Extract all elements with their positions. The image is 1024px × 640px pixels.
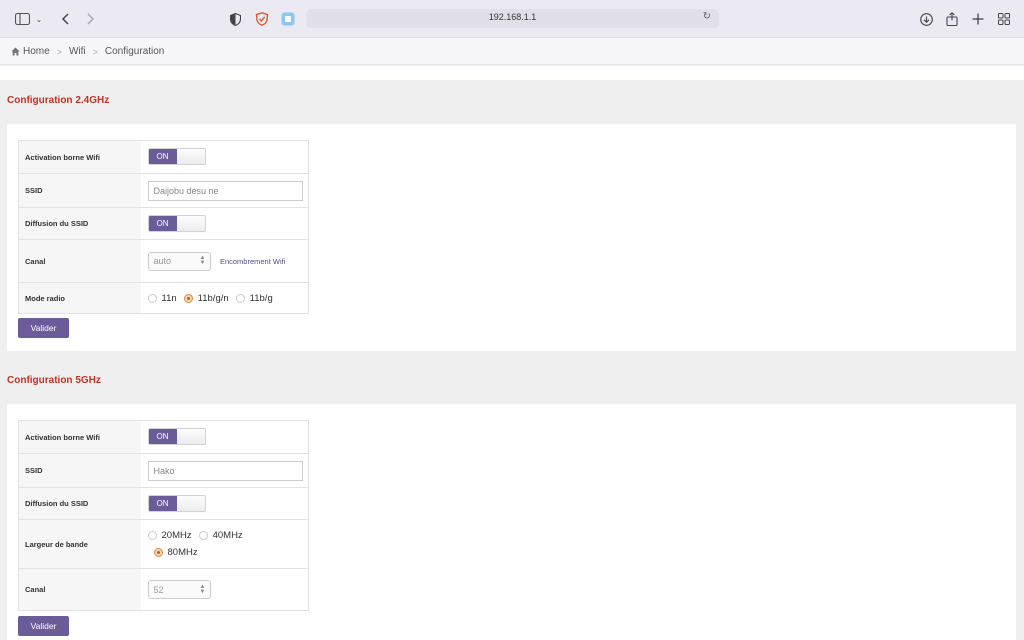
mode-option-11n[interactable]: 11n: [147, 293, 177, 304]
channel-select[interactable]: auto ▲ ▼: [147, 251, 211, 271]
url-text: 192.168.1.1: [488, 12, 537, 22]
radio-icon: [147, 293, 157, 303]
browser-toolbar: ⌄ 192.168.1.1 ↻: [0, 0, 1024, 38]
content-top-spacer: [0, 66, 1024, 80]
panel-24ghz: Activation borne Wifi ON SSID Diffusion …: [7, 124, 1016, 351]
ssid-input[interactable]: [147, 180, 303, 201]
mode-label: Mode radio: [18, 282, 141, 314]
ssid-input[interactable]: [147, 460, 303, 481]
mode-option-11bg[interactable]: 11b/g: [235, 293, 273, 304]
bandwidth-option-80mhz[interactable]: 80MHz: [153, 547, 198, 558]
forward-icon[interactable]: [84, 9, 98, 29]
row-channel: Canal 52 ▲ ▼: [18, 568, 309, 611]
row-ssid: SSID: [18, 453, 309, 488]
radio-selected-icon: [153, 548, 163, 557]
row-broadcast: Diffusion du SSID ON: [18, 487, 309, 520]
tab-overview-icon[interactable]: [996, 9, 1012, 29]
bandwidth-option-40mhz[interactable]: 40MHz: [198, 530, 243, 541]
activation-label: Activation borne Wifi: [18, 140, 141, 174]
row-activation: Activation borne Wifi ON: [18, 140, 309, 174]
row-activation: Activation borne Wifi ON: [18, 420, 309, 454]
row-channel: Canal auto ▲ ▼ Encombrement Wifi: [18, 239, 309, 283]
radio-icon: [198, 531, 208, 540]
row-bandwidth: Largeur de bande 20MHz 40MHz 80MHz: [18, 519, 309, 569]
radio-icon: [235, 293, 245, 303]
channel-label: Canal: [18, 239, 141, 283]
panel-5ghz: Activation borne Wifi ON SSID Diffusion …: [7, 404, 1016, 640]
radio-selected-icon: [183, 293, 193, 303]
privacy-shield-icon[interactable]: [228, 9, 242, 29]
submit-button-24ghz[interactable]: Valider: [18, 318, 69, 338]
breadcrumb-separator: >: [92, 46, 98, 57]
bandwidth-radio-group: 20MHz 40MHz 80MHz: [147, 530, 278, 558]
home-icon: [11, 47, 20, 56]
share-icon[interactable]: [944, 9, 960, 29]
stepper-arrows-icon: ▲ ▼: [199, 583, 206, 595]
reload-icon[interactable]: ↻: [703, 11, 711, 22]
mode-option-11bgn[interactable]: 11b/g/n: [183, 293, 229, 304]
activation-toggle[interactable]: ON: [147, 428, 206, 446]
config-table-24ghz: Activation borne Wifi ON SSID Diffusion …: [18, 140, 309, 314]
breadcrumb: Home > Wifi > Configuration: [11, 46, 164, 57]
broadcast-label: Diffusion du SSID: [18, 487, 141, 520]
submit-button-5ghz[interactable]: Valider: [18, 616, 69, 636]
wifi-congestion-link[interactable]: Encombrement Wifi: [220, 257, 285, 266]
activation-toggle[interactable]: ON: [147, 148, 206, 166]
mode-radio-group: 11n 11b/g/n 11b/g: [147, 293, 309, 304]
bandwidth-label: Largeur de bande: [18, 519, 141, 569]
extension-icon[interactable]: [280, 9, 296, 29]
ssid-label: SSID: [18, 173, 141, 208]
broadcast-toggle[interactable]: ON: [147, 494, 206, 512]
row-mode: Mode radio 11n 11b/g/n 11b/g: [18, 282, 309, 314]
back-icon[interactable]: [58, 9, 72, 29]
address-bar[interactable]: 192.168.1.1 ↻: [306, 9, 719, 28]
broadcast-label: Diffusion du SSID: [18, 207, 141, 240]
chevron-down-icon[interactable]: ⌄: [34, 9, 44, 29]
breadcrumb-home[interactable]: Home: [23, 46, 50, 57]
config-table-5ghz: Activation borne Wifi ON SSID Diffusion …: [18, 420, 309, 611]
row-ssid: SSID: [18, 173, 309, 208]
breadcrumb-configuration: Configuration: [104, 46, 165, 57]
breadcrumb-separator: >: [56, 46, 62, 57]
breadcrumb-wifi[interactable]: Wifi: [69, 46, 86, 57]
download-icon[interactable]: [918, 9, 934, 29]
stepper-arrows-icon: ▲ ▼: [199, 255, 206, 266]
broadcast-toggle[interactable]: ON: [147, 214, 206, 232]
breadcrumb-bar: Home > Wifi > Configuration: [0, 38, 1024, 65]
bandwidth-option-20mhz[interactable]: 20MHz: [147, 530, 192, 541]
new-tab-icon[interactable]: [970, 9, 986, 29]
sidebar-toggle-icon[interactable]: [12, 9, 32, 29]
activation-label: Activation borne Wifi: [18, 420, 141, 454]
section-title-5ghz: Configuration 5GHz: [7, 375, 101, 386]
ssid-label: SSID: [18, 453, 141, 488]
row-broadcast: Diffusion du SSID ON: [18, 207, 309, 240]
radio-icon: [147, 531, 157, 540]
section-title-24ghz: Configuration 2.4GHz: [7, 95, 110, 106]
channel-select[interactable]: 52 ▲ ▼: [147, 580, 211, 599]
channel-label: Canal: [18, 568, 141, 611]
brave-shield-icon[interactable]: [254, 9, 270, 29]
